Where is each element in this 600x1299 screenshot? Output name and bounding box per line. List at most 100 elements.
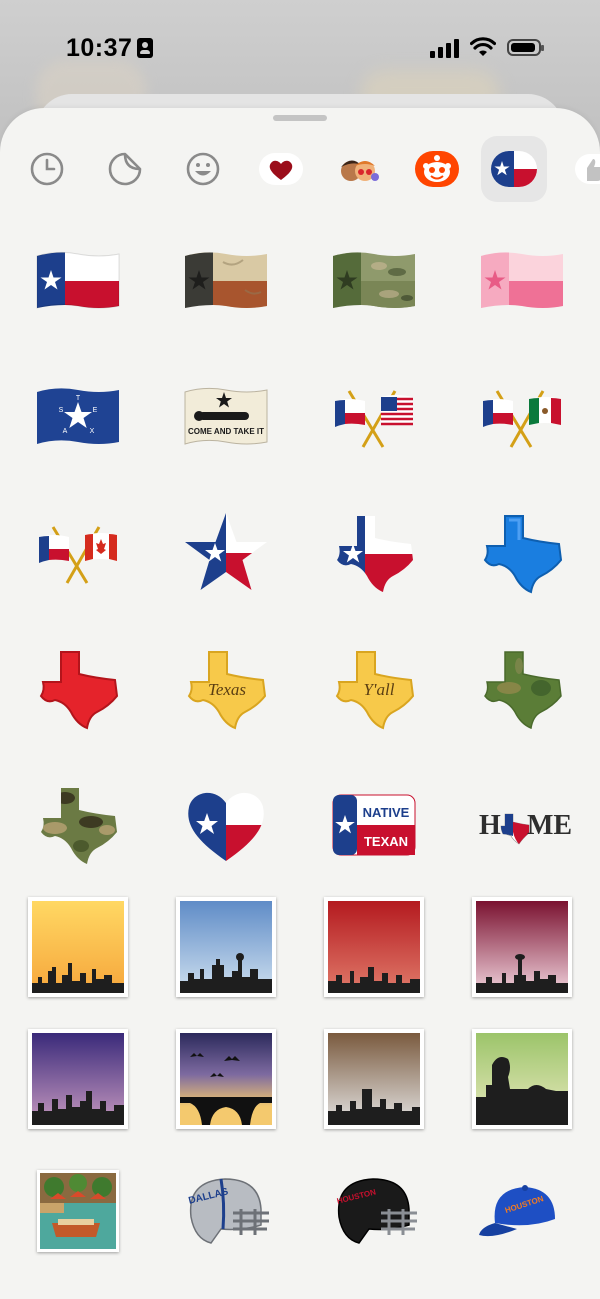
texas-map-icon: Y'all bbox=[335, 651, 415, 730]
camo-flag-icon bbox=[333, 252, 415, 308]
photo-frame bbox=[324, 1029, 424, 1129]
star-flag-icon bbox=[185, 513, 267, 590]
flag-letter: A bbox=[63, 428, 68, 435]
emoji-tab[interactable] bbox=[170, 136, 236, 202]
helmet-icon: HOUSTON bbox=[336, 1178, 417, 1244]
sticker-texas-map-flag[interactable] bbox=[319, 498, 429, 608]
sticker-skyline-red[interactable] bbox=[319, 892, 429, 1002]
sticker-camo-texas-map[interactable] bbox=[23, 770, 133, 880]
badge-text: TEXAN bbox=[364, 834, 408, 849]
status-bar: 10:37 bbox=[0, 0, 600, 96]
sticker-come-and-take-it[interactable]: COME AND TAKE IT bbox=[171, 362, 281, 472]
photo-frame bbox=[324, 897, 424, 997]
vintage-flag-icon bbox=[185, 252, 267, 308]
sticker-vintage-texas-flag[interactable] bbox=[171, 226, 281, 336]
wifi-icon bbox=[470, 37, 496, 56]
sticker-pink-texas-flag[interactable] bbox=[467, 226, 577, 336]
sticker-texas-usa-flags[interactable] bbox=[319, 362, 429, 472]
photo-frame bbox=[176, 1029, 276, 1129]
texas-map-icon bbox=[39, 651, 119, 730]
sticker-keyboard-sheet: T E X A S COME AND TAKE IT Texas Y'all N… bbox=[0, 108, 600, 1299]
photo-frame bbox=[472, 897, 572, 997]
crossed-flags-icon bbox=[483, 390, 561, 448]
sheet-grabber[interactable] bbox=[273, 115, 327, 121]
sticker-rock-formation[interactable] bbox=[467, 1024, 577, 1134]
sticker-texas-map-text[interactable]: Texas bbox=[171, 634, 281, 744]
skyline-icon bbox=[328, 967, 420, 993]
photo-frame bbox=[176, 897, 276, 997]
sticker-burnet-flag[interactable]: T E X A S bbox=[23, 362, 133, 472]
sticker-skyline-san-antonio[interactable] bbox=[467, 892, 577, 1002]
photo-frame bbox=[472, 1029, 572, 1129]
skyline-icon bbox=[180, 953, 272, 993]
sticker-texas-mexico-flags[interactable] bbox=[467, 362, 577, 472]
flag-text: COME AND TAKE IT bbox=[188, 427, 264, 436]
texas-flag-icon bbox=[36, 251, 120, 309]
texas-map-icon bbox=[337, 516, 413, 592]
crossed-flags-icon bbox=[335, 390, 413, 448]
sticker-houston-helmet[interactable]: HOUSTON bbox=[319, 1156, 429, 1266]
rock-icon bbox=[476, 1057, 568, 1125]
sticker-home-texas[interactable]: H ME bbox=[467, 770, 577, 880]
flag-letter: E bbox=[93, 407, 98, 414]
memoji-icon bbox=[341, 160, 379, 181]
sticker-texas-star[interactable] bbox=[171, 498, 281, 608]
badge-text: NATIVE bbox=[363, 805, 410, 820]
texas-map-icon bbox=[41, 788, 117, 864]
heart-sticker-icon bbox=[259, 153, 303, 185]
sticker-skyline-yellow[interactable] bbox=[23, 892, 133, 1002]
pink-flag-icon bbox=[481, 252, 563, 308]
sticker-skyline-blue[interactable] bbox=[171, 892, 281, 1002]
thumbs-up-tab[interactable] bbox=[558, 136, 600, 202]
sticker-dallas-helmet[interactable]: DALLAS bbox=[171, 1156, 281, 1266]
sticker-texas-flag[interactable] bbox=[23, 226, 133, 336]
sticker-austin-bridge-bats[interactable] bbox=[171, 1024, 281, 1134]
recent-tab[interactable] bbox=[14, 136, 80, 202]
sticker-skyline-brown[interactable] bbox=[319, 1024, 429, 1134]
memoji-tab[interactable] bbox=[326, 136, 392, 202]
clock-icon bbox=[30, 152, 64, 186]
sticker-satellite-texas-map[interactable] bbox=[467, 634, 577, 744]
flag-letter: S bbox=[59, 407, 64, 414]
stickers-tab[interactable] bbox=[92, 136, 158, 202]
heart-flag-icon bbox=[188, 792, 264, 862]
thumbs-up-icon bbox=[575, 154, 600, 184]
sticker-texas-heart[interactable] bbox=[171, 770, 281, 880]
badge-icon: NATIVE TEXAN bbox=[332, 794, 416, 856]
sticker-blue-texas-map[interactable] bbox=[467, 498, 577, 608]
flag-letter: T bbox=[76, 395, 81, 402]
reddit-tab[interactable] bbox=[404, 136, 470, 202]
status-time: 10:37 bbox=[66, 34, 133, 62]
cap-icon: HOUSTON bbox=[479, 1185, 555, 1237]
sticker-camo-texas-flag[interactable] bbox=[319, 226, 429, 336]
sticker-skyline-purple[interactable] bbox=[23, 1024, 133, 1134]
home-text: ME bbox=[527, 810, 572, 841]
sticker-texas-map-yall[interactable]: Y'all bbox=[319, 634, 429, 744]
skyline-icon bbox=[32, 1091, 124, 1125]
home-text: H bbox=[479, 810, 501, 841]
sticker-texas-canada-flags[interactable] bbox=[23, 498, 133, 608]
photo-frame bbox=[28, 1029, 128, 1129]
photo-frame bbox=[28, 897, 128, 997]
bottom-fade bbox=[0, 1265, 600, 1299]
crossed-flags-icon bbox=[39, 526, 117, 584]
sticker-river-walk[interactable] bbox=[23, 1156, 133, 1266]
cellular-signal-icon bbox=[430, 38, 460, 58]
burnet-flag-icon: T E X A S bbox=[37, 388, 119, 444]
favorites-tab[interactable] bbox=[248, 136, 314, 202]
texas-tab[interactable] bbox=[481, 136, 547, 202]
texas-flag-icon bbox=[491, 151, 537, 187]
bridge-bats-icon bbox=[180, 1053, 272, 1125]
home-text-icon: H ME bbox=[479, 810, 572, 845]
sticker-houston-cap[interactable]: HOUSTON bbox=[467, 1156, 577, 1266]
smiley-icon bbox=[186, 152, 220, 186]
battery-icon bbox=[507, 39, 544, 56]
texas-map-icon: Texas bbox=[187, 651, 267, 730]
sticker-icon bbox=[108, 152, 142, 186]
photo-frame bbox=[37, 1170, 119, 1252]
sticker-red-texas-map[interactable] bbox=[23, 634, 133, 744]
helmet-icon: DALLAS bbox=[187, 1178, 269, 1244]
sticker-native-texan[interactable]: NATIVE TEXAN bbox=[319, 770, 429, 880]
flag-letter: X bbox=[90, 428, 95, 435]
cannon-flag-icon: COME AND TAKE IT bbox=[184, 387, 268, 445]
